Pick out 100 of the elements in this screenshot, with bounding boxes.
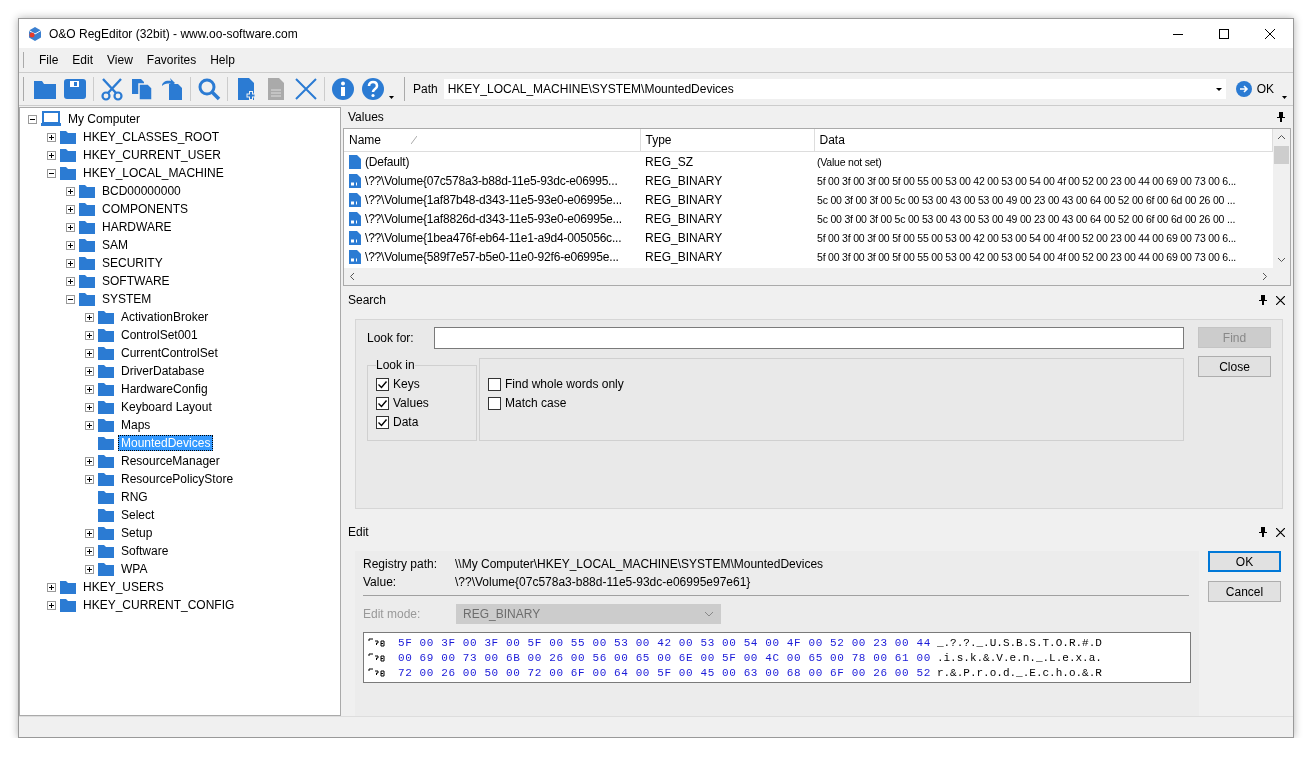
tree-item[interactable]: HKEY_USERS xyxy=(80,579,167,595)
expand-icon[interactable] xyxy=(85,348,94,358)
scroll-left-icon[interactable] xyxy=(348,272,357,281)
tree-item[interactable]: COMPONENTS xyxy=(99,201,191,217)
tree-item[interactable]: CurrentControlSet xyxy=(118,345,221,361)
tree-item[interactable]: HardwareConfig xyxy=(118,381,211,397)
tree-item[interactable]: DriverDatabase xyxy=(118,363,208,379)
dialog-button[interactable]: Close xyxy=(1198,356,1271,377)
expand-icon[interactable] xyxy=(85,366,94,376)
expand-icon[interactable] xyxy=(47,582,56,592)
search-field[interactable] xyxy=(433,327,1184,349)
expand-icon[interactable] xyxy=(66,186,75,196)
tree-item[interactable]: Software xyxy=(118,543,172,559)
paste-icon[interactable] xyxy=(160,77,184,101)
tree-item[interactable]: SOFTWARE xyxy=(99,273,173,289)
close-icon[interactable] xyxy=(1276,295,1285,305)
menu-item[interactable]: Edit xyxy=(65,51,101,69)
cancel-button[interactable]: Cancel xyxy=(1208,581,1281,602)
tree-item[interactable]: HARDWARE xyxy=(99,219,175,235)
cut-icon[interactable] xyxy=(100,77,124,101)
copy-icon[interactable] xyxy=(130,77,154,101)
expand-icon[interactable] xyxy=(66,258,75,268)
tree-item[interactable]: Select xyxy=(118,507,158,523)
expand-icon[interactable] xyxy=(85,474,94,484)
scroll-up-icon[interactable] xyxy=(1277,133,1286,142)
expand-icon[interactable] xyxy=(47,600,56,610)
caret-icon[interactable] xyxy=(1282,96,1287,99)
search-icon[interactable] xyxy=(197,77,221,101)
column-header[interactable]: Name xyxy=(344,129,640,152)
expand-icon[interactable] xyxy=(47,150,56,160)
tree-item[interactable]: ResourcePolicyStore xyxy=(118,471,237,487)
checkbox[interactable] xyxy=(376,415,389,429)
checkbox[interactable] xyxy=(376,377,389,391)
folder-icon xyxy=(98,328,114,342)
tree-item[interactable]: HKEY_CLASSES_ROOT xyxy=(80,129,223,145)
help-icon[interactable] xyxy=(361,77,385,101)
menu-item[interactable]: Favorites xyxy=(139,51,204,69)
scroll-right-icon[interactable] xyxy=(1260,272,1269,281)
ok-button[interactable]: OK xyxy=(1208,551,1281,572)
tree-item[interactable]: HKEY_LOCAL_MACHINE xyxy=(80,165,227,181)
checkbox[interactable] xyxy=(488,377,501,391)
expand-icon[interactable] xyxy=(47,132,56,142)
expand-icon[interactable] xyxy=(85,330,94,340)
menu-item[interactable]: View xyxy=(100,51,140,69)
tree-item[interactable]: ResourceManager xyxy=(118,453,223,469)
folder-icon xyxy=(98,418,114,432)
delete-icon[interactable] xyxy=(294,77,318,101)
tree-item[interactable]: HKEY_CURRENT_USER xyxy=(80,147,225,163)
panel-title: Values xyxy=(348,110,384,124)
pin-icon[interactable] xyxy=(1259,295,1267,305)
column-header[interactable]: Data xyxy=(814,129,1273,152)
value-type: REG_BINARY xyxy=(644,191,724,209)
folder-icon xyxy=(98,364,114,378)
close-icon[interactable] xyxy=(1276,527,1285,537)
path-combobox[interactable]: HKEY_LOCAL_MACHINE\SYSTEM\MountedDevices xyxy=(443,79,1226,99)
collapse-icon[interactable] xyxy=(47,168,56,178)
tree-item[interactable]: BCD00000000 xyxy=(99,183,184,199)
expand-icon[interactable] xyxy=(85,546,94,556)
expand-icon[interactable] xyxy=(66,204,75,214)
checkbox[interactable] xyxy=(488,396,501,410)
info-icon[interactable] xyxy=(331,77,355,101)
tree-item[interactable]: WPA xyxy=(118,561,151,577)
tree-item[interactable]: SYSTEM xyxy=(99,291,155,307)
horizontal-scrollbar[interactable] xyxy=(344,268,1290,285)
tree-item[interactable]: Keyboard Layout xyxy=(118,399,215,415)
expand-icon[interactable] xyxy=(85,456,94,466)
expand-icon[interactable] xyxy=(85,312,94,322)
hex-editor[interactable] xyxy=(363,632,1191,683)
expand-icon[interactable] xyxy=(85,384,94,394)
scroll-down-icon[interactable] xyxy=(1277,255,1286,264)
tree-item[interactable]: Maps xyxy=(118,417,154,433)
tree-item[interactable]: RNG xyxy=(118,489,151,505)
tree-item[interactable]: Setup xyxy=(118,525,156,541)
expand-icon[interactable] xyxy=(85,402,94,412)
expand-icon[interactable] xyxy=(85,564,94,574)
caret-icon[interactable] xyxy=(389,96,394,99)
tree-item[interactable]: HKEY_CURRENT_CONFIG xyxy=(80,597,238,613)
menu-item[interactable]: File xyxy=(32,51,66,69)
tree-item[interactable]: ActivationBroker xyxy=(118,309,212,325)
expand-icon[interactable] xyxy=(66,240,75,250)
hex-bytes: 00 69 00 73 00 6B 00 26 00 56 00 65 00 6E 00 5F 00 4C 00 65 00 78 00 61 00 xyxy=(398,651,931,664)
tree-item[interactable]: SECURITY xyxy=(99,255,166,271)
menu-item[interactable]: Help xyxy=(203,51,242,69)
checkbox[interactable] xyxy=(376,396,389,410)
tree-item[interactable]: My Computer xyxy=(65,111,144,127)
tree-item[interactable]: SAM xyxy=(99,237,131,253)
tree-item[interactable]: ControlSet001 xyxy=(118,327,201,343)
expand-icon[interactable] xyxy=(85,420,94,430)
expand-icon[interactable] xyxy=(66,222,75,232)
scroll-thumb[interactable] xyxy=(1274,146,1289,164)
pin-icon[interactable] xyxy=(1259,527,1267,537)
expand-icon[interactable] xyxy=(66,276,75,286)
pin-icon[interactable] xyxy=(1277,112,1285,122)
collapse-icon[interactable] xyxy=(66,294,75,304)
column-header[interactable]: Type xyxy=(640,129,814,152)
save-icon[interactable] xyxy=(63,77,87,101)
go-button[interactable]: OK xyxy=(1233,79,1276,99)
collapse-icon[interactable] xyxy=(28,114,37,124)
vertical-scrollbar[interactable] xyxy=(1273,129,1290,268)
expand-icon[interactable] xyxy=(85,528,94,538)
